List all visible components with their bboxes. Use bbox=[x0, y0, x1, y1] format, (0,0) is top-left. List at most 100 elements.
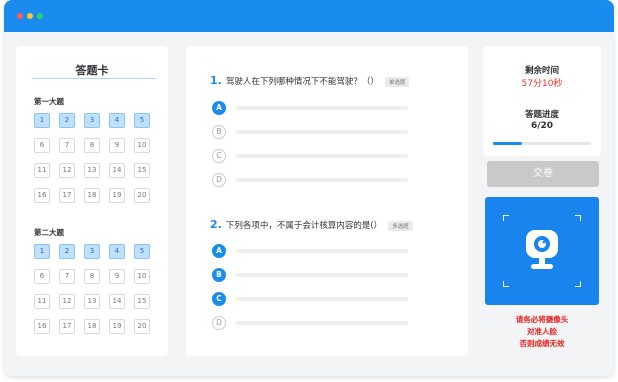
answer-card-number-button[interactable]: 16 bbox=[34, 319, 50, 334]
question-type-badge: 单选题 bbox=[384, 76, 410, 87]
option-row[interactable]: B bbox=[212, 125, 432, 139]
option-text-placeholder bbox=[236, 273, 408, 277]
option-row[interactable]: B bbox=[212, 268, 432, 282]
answer-card-number-button[interactable]: 1 bbox=[34, 244, 50, 259]
frame-corner bbox=[503, 281, 509, 287]
option-text-placeholder bbox=[236, 154, 408, 158]
option-row[interactable]: A bbox=[212, 244, 432, 258]
answer-card-number-button[interactable]: 15 bbox=[134, 163, 150, 178]
option-text-placeholder bbox=[236, 321, 408, 325]
option-letter[interactable]: A bbox=[212, 101, 226, 115]
answer-card-number-button[interactable]: 7 bbox=[59, 269, 75, 284]
question-panel: 1. 驾驶人在下列哪种情况下不能驾驶？（） 单选题 ABCD 2. 下列各项中，不属于… bbox=[186, 46, 468, 356]
answer-card-number-button[interactable]: 10 bbox=[134, 138, 150, 153]
answer-card-number-button[interactable]: 9 bbox=[109, 138, 125, 153]
submit-button[interactable]: 交卷 bbox=[487, 161, 599, 187]
option-letter[interactable]: B bbox=[212, 268, 226, 282]
status-panel: 剩余时间 57分10秒 答题进度 6/20 bbox=[483, 46, 601, 156]
progress-label: 答题进度 bbox=[524, 110, 559, 120]
answer-card-number-button[interactable]: 8 bbox=[84, 269, 100, 284]
progress-value: 6/20 bbox=[530, 121, 554, 131]
option-text-placeholder bbox=[236, 106, 408, 110]
answer-card-panel: 答题卡 第一大题 1 2 3 4 5 6 7 8 9 10 11 12 13 14 15 16 17 18 19 20… bbox=[16, 46, 168, 356]
option-row[interactable]: C bbox=[212, 292, 432, 306]
option-row[interactable]: D bbox=[212, 173, 432, 187]
answer-card-number-button[interactable]: 20 bbox=[134, 188, 150, 203]
question-text: 下列各项中，不属于会计核算内容的是(） bbox=[225, 221, 383, 231]
camera-warning-line-3: 否则成绩无效 bbox=[519, 339, 565, 348]
answer-card-number-button[interactable]: 18 bbox=[84, 188, 100, 203]
option-text-placeholder bbox=[236, 297, 408, 301]
option-text-placeholder bbox=[236, 178, 408, 182]
option-row[interactable]: D bbox=[212, 316, 432, 330]
section-2-grid: 1 2 3 4 5 6 7 8 9 10 11 12 13 14 15 16 17 18 19 20 bbox=[34, 244, 154, 334]
question-text: 驾驶人在下列哪种情况下不能驾驶？（） bbox=[225, 77, 379, 87]
title-divider bbox=[32, 78, 156, 79]
exam-window: 答题卡 第一大题 1 2 3 4 5 6 7 8 9 10 11 12 13 14 15 16 17 18 19 20… bbox=[4, 0, 614, 376]
option-letter[interactable]: D bbox=[212, 316, 226, 330]
answer-card-number-button[interactable]: 7 bbox=[59, 138, 75, 153]
minimize-dot[interactable] bbox=[27, 13, 33, 19]
maximize-dot[interactable] bbox=[37, 13, 43, 19]
answer-card-number-button[interactable]: 14 bbox=[109, 294, 125, 309]
answer-card-number-button[interactable]: 13 bbox=[84, 294, 100, 309]
answer-card-number-button[interactable]: 14 bbox=[109, 163, 125, 178]
answer-card-number-button[interactable]: 4 bbox=[109, 113, 125, 128]
section-1-label: 第一大题 bbox=[34, 97, 64, 106]
question-number: 2. bbox=[210, 218, 222, 231]
answer-card-number-button[interactable]: 19 bbox=[109, 188, 125, 203]
answer-card-number-button[interactable]: 9 bbox=[109, 269, 125, 284]
question-type-badge: 多选题 bbox=[388, 220, 413, 231]
title-bar bbox=[4, 0, 614, 32]
answer-card-number-button[interactable]: 3 bbox=[84, 113, 100, 128]
option-letter[interactable]: B bbox=[212, 125, 226, 139]
option-row[interactable]: C bbox=[212, 149, 432, 163]
answer-card-number-button[interactable]: 8 bbox=[84, 138, 100, 153]
webcam-icon bbox=[526, 230, 558, 269]
question-2-header: 2. 下列各项中，不属于会计核算内容的是(） 多选题 bbox=[210, 218, 413, 231]
camera-preview bbox=[485, 197, 599, 305]
option-row[interactable]: A bbox=[212, 101, 432, 115]
answer-card-number-button[interactable]: 16 bbox=[34, 188, 50, 203]
answer-card-number-button[interactable]: 2 bbox=[59, 113, 75, 128]
answer-card-number-button[interactable]: 13 bbox=[84, 163, 100, 178]
answer-card-number-button[interactable]: 3 bbox=[84, 244, 100, 259]
progress-bar bbox=[493, 142, 591, 145]
option-letter[interactable]: C bbox=[212, 292, 226, 306]
answer-card-number-button[interactable]: 18 bbox=[84, 319, 100, 334]
progress-bar-fill bbox=[493, 142, 523, 145]
section-2-label: 第二大题 bbox=[34, 228, 64, 237]
option-letter[interactable]: A bbox=[212, 244, 226, 258]
question-number: 1. bbox=[210, 74, 222, 87]
option-text-placeholder bbox=[236, 130, 408, 134]
answer-card-number-button[interactable]: 17 bbox=[59, 319, 75, 334]
answer-card-number-button[interactable]: 17 bbox=[59, 188, 75, 203]
answer-card-number-button[interactable]: 2 bbox=[59, 244, 75, 259]
option-letter[interactable]: C bbox=[212, 149, 226, 163]
section-1-grid: 1 2 3 4 5 6 7 8 9 10 11 12 13 14 15 16 17 18 19 20 bbox=[34, 113, 154, 203]
frame-corner bbox=[575, 215, 581, 221]
frame-corner bbox=[503, 215, 509, 221]
camera-warning-line-1: 请务必将摄像头 bbox=[515, 315, 569, 324]
answer-card-number-button[interactable]: 11 bbox=[34, 294, 50, 309]
close-dot[interactable] bbox=[17, 13, 23, 19]
option-text-placeholder bbox=[236, 249, 408, 253]
time-remaining: 57分10秒 bbox=[521, 79, 563, 89]
answer-card-number-button[interactable]: 6 bbox=[34, 138, 50, 153]
answer-card-number-button[interactable]: 10 bbox=[134, 269, 150, 284]
frame-corner bbox=[575, 281, 581, 287]
answer-card-number-button[interactable]: 5 bbox=[134, 113, 150, 128]
answer-card-number-button[interactable]: 6 bbox=[34, 269, 50, 284]
answer-card-number-button[interactable]: 12 bbox=[59, 294, 75, 309]
answer-card-number-button[interactable]: 5 bbox=[134, 244, 150, 259]
answer-card-title: 答题卡 bbox=[75, 64, 109, 77]
answer-card-number-button[interactable]: 1 bbox=[34, 113, 50, 128]
answer-card-number-button[interactable]: 11 bbox=[34, 163, 50, 178]
answer-card-number-button[interactable]: 15 bbox=[134, 294, 150, 309]
answer-card-number-button[interactable]: 20 bbox=[134, 319, 150, 334]
answer-card-number-button[interactable]: 19 bbox=[109, 319, 125, 334]
answer-card-number-button[interactable]: 4 bbox=[109, 244, 125, 259]
answer-card-number-button[interactable]: 12 bbox=[59, 163, 75, 178]
option-letter[interactable]: D bbox=[212, 173, 226, 187]
camera-warning-line-2: 对准人脸 bbox=[527, 327, 557, 336]
